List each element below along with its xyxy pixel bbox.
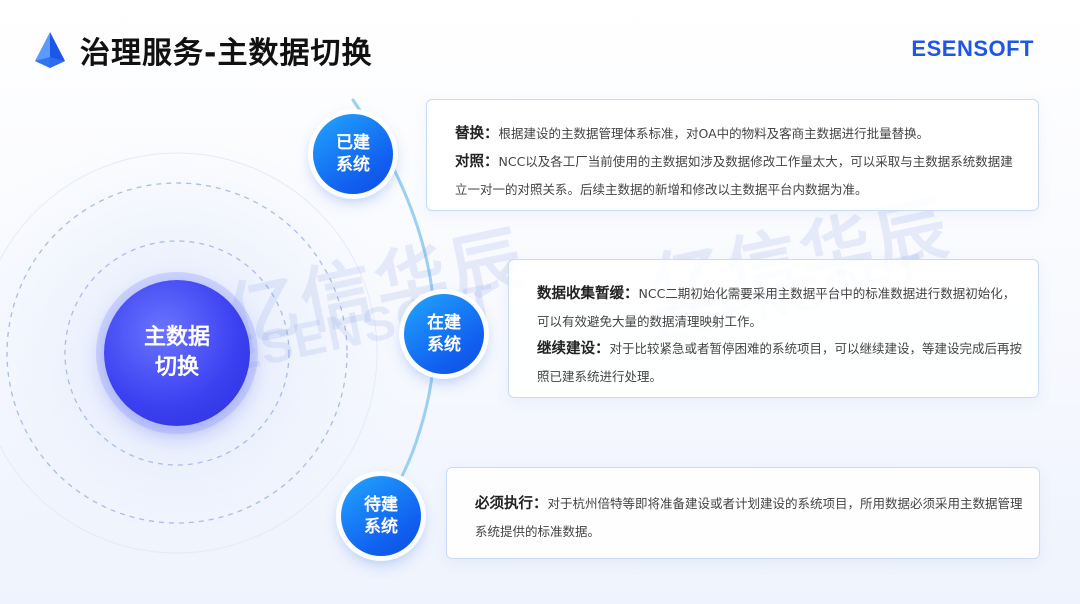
blue-gem-icon [35, 32, 65, 68]
card-planned-systems: 必须执行：对于杭州倍特等即将准备建设或者计划建设的系统项目，所用数据必须采用主数… [446, 467, 1040, 559]
item-term: 替换： [455, 126, 499, 142]
item-term: 数据收集暂缓： [537, 286, 639, 302]
card-item: 继续建设：对于比较紧急或者暂停困难的系统项目，可以继续建设，等建设完成后再按照已… [537, 335, 1024, 390]
item-term: 必须执行： [475, 496, 548, 512]
card-building-systems: 数据收集暂缓：NCC二期初始化需要采用主数据平台中的标准数据进行数据初始化，可以… [508, 259, 1039, 398]
item-term: 对照： [455, 154, 499, 170]
item-text: 根据建设的主数据管理体系标准，对OA中的物料及客商主数据进行批量替换。 [498, 126, 930, 141]
center-circle: 主数据 切换 [104, 280, 250, 426]
card-item: 数据收集暂缓：NCC二期初始化需要采用主数据平台中的标准数据进行数据初始化，可以… [537, 280, 1024, 335]
item-text: 对于比较紧急或者暂停困难的系统项目，可以继续建设，等建设完成后再按照已建系统进行… [537, 341, 1023, 384]
node-label: 已建 系统 [336, 133, 370, 175]
item-term: 继续建设： [537, 341, 610, 357]
node-building-systems: 在建 系统 [404, 294, 484, 374]
node-label: 待建 系统 [364, 495, 398, 537]
brand-logo: ESENSOFT [911, 36, 1034, 61]
item-text: NCC以及各工厂当前使用的主数据如涉及数据修改工作量太大，可以采取与主数据系统数… [455, 154, 1013, 197]
page-title: 治理服务-主数据切换 [80, 36, 373, 71]
card-item: 替换：根据建设的主数据管理体系标准，对OA中的物料及客商主数据进行批量替换。 [455, 120, 1020, 148]
node-existing-systems: 已建 系统 [313, 114, 393, 194]
node-planned-systems: 待建 系统 [341, 476, 421, 556]
card-existing-systems: 替换：根据建设的主数据管理体系标准，对OA中的物料及客商主数据进行批量替换。 对… [426, 99, 1039, 211]
item-text: 对于杭州倍特等即将准备建设或者计划建设的系统项目，所用数据必须采用主数据管理系统… [475, 496, 1023, 539]
center-label: 主数据 切换 [143, 325, 210, 380]
card-item: 对照：NCC以及各工厂当前使用的主数据如涉及数据修改工作量太大，可以采取与主数据… [455, 148, 1020, 203]
card-item: 必须执行：对于杭州倍特等即将准备建设或者计划建设的系统项目，所用数据必须采用主数… [475, 490, 1031, 545]
node-label: 在建 系统 [427, 313, 461, 355]
title-bar: 治理服务-主数据切换 [34, 30, 373, 71]
